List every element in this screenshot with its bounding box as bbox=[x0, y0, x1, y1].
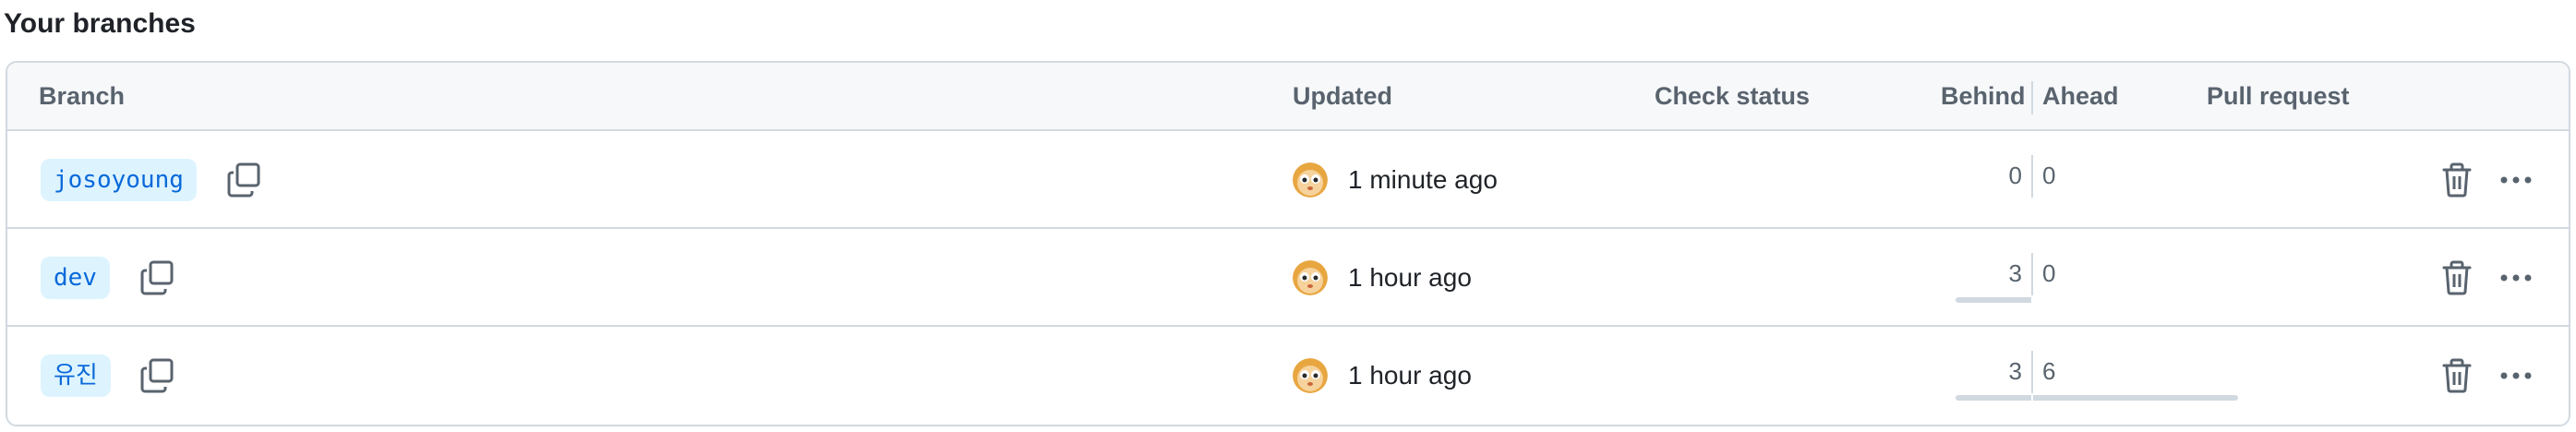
header-updated: Updated bbox=[1293, 82, 1392, 110]
behind-ahead-divider bbox=[2031, 155, 2033, 198]
behind-bar-track bbox=[1956, 395, 2031, 401]
kebab-horizontal-icon[interactable] bbox=[2497, 258, 2535, 297]
trash-icon[interactable] bbox=[2438, 356, 2476, 395]
trash-icon[interactable] bbox=[2438, 258, 2476, 297]
header-branch: Branch bbox=[39, 82, 126, 110]
copy-icon[interactable] bbox=[225, 161, 264, 199]
user-avatar[interactable] bbox=[1293, 162, 1328, 198]
header-ahead: Ahead bbox=[2042, 82, 2119, 110]
behind-bar-track bbox=[1956, 297, 2031, 303]
behind-ahead-divider bbox=[2031, 351, 2033, 393]
behind-bar bbox=[1956, 395, 2031, 401]
branch-name-link[interactable]: dev bbox=[41, 257, 110, 299]
user-avatar[interactable] bbox=[1293, 260, 1328, 295]
table-row: 유진 1 hour ago 3 6 bbox=[7, 327, 2569, 425]
updated-time: 1 minute ago bbox=[1348, 165, 1498, 194]
kebab-horizontal-icon[interactable] bbox=[2497, 356, 2535, 395]
ahead-bar bbox=[2033, 395, 2238, 401]
behind-ahead-divider bbox=[2031, 253, 2033, 295]
copy-icon[interactable] bbox=[138, 258, 177, 297]
behind-bar bbox=[1956, 297, 2031, 303]
header-behind: Behind bbox=[1941, 82, 2026, 110]
ahead-count: 0 bbox=[2042, 259, 2056, 287]
ahead-bar-track bbox=[2033, 297, 2238, 303]
updated-time: 1 hour ago bbox=[1348, 361, 1472, 390]
branch-name-link[interactable]: josoyoung bbox=[41, 159, 197, 201]
header-check-status: Check status bbox=[1655, 82, 1811, 110]
branches-table: Branch Updated Check status Behind Ahead… bbox=[6, 61, 2570, 426]
behind-count: 0 bbox=[2008, 162, 2022, 189]
table-row: josoyoung 1 minute ago 0 0 bbox=[7, 131, 2569, 229]
branch-name-link[interactable]: 유진 bbox=[41, 354, 111, 397]
header-pull-request: Pull request bbox=[2207, 82, 2350, 110]
table-header: Branch Updated Check status Behind Ahead… bbox=[7, 63, 2569, 131]
header-behind-ahead-divider bbox=[2031, 81, 2033, 114]
ahead-bar-track bbox=[2033, 199, 2238, 205]
copy-icon[interactable] bbox=[138, 356, 177, 395]
updated-time: 1 hour ago bbox=[1348, 263, 1472, 292]
section-title: Your branches bbox=[4, 8, 196, 39]
ahead-count: 6 bbox=[2042, 357, 2056, 385]
behind-count: 3 bbox=[2008, 259, 2022, 287]
ahead-count: 0 bbox=[2042, 162, 2056, 189]
user-avatar[interactable] bbox=[1293, 358, 1328, 393]
behind-bar-track bbox=[1956, 199, 2031, 205]
behind-count: 3 bbox=[2008, 357, 2022, 385]
trash-icon[interactable] bbox=[2438, 161, 2476, 199]
table-row: dev 1 hour ago 3 0 bbox=[7, 229, 2569, 327]
kebab-horizontal-icon[interactable] bbox=[2497, 161, 2535, 199]
ahead-bar-track bbox=[2033, 395, 2238, 401]
